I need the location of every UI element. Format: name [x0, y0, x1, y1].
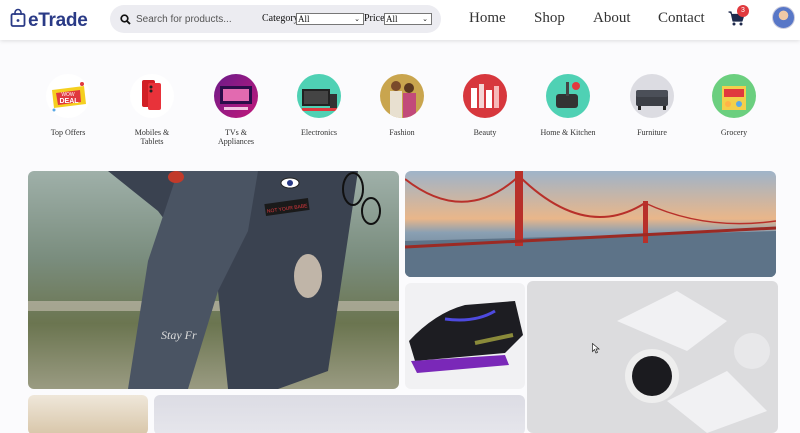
- top-offers-image: WOW DEAL: [46, 74, 90, 118]
- search-input[interactable]: [136, 11, 256, 27]
- category-label: Electronics: [301, 128, 337, 137]
- home-kitchen-image: [546, 74, 590, 118]
- category-mobiles-tablets[interactable]: Mobiles & Tablets: [107, 74, 197, 146]
- nav-contact[interactable]: Contact: [658, 10, 705, 27]
- mouse-pointer-icon: [592, 341, 600, 359]
- price-select[interactable]: All ⌄: [384, 13, 432, 25]
- banner-bridge[interactable]: [405, 171, 776, 277]
- fashion-image: [380, 74, 424, 118]
- script-text: Stay Fr: [161, 328, 197, 342]
- category-label: Home & Kitchen: [540, 128, 596, 137]
- category-label: Grocery: [720, 128, 748, 137]
- category-top-offers[interactable]: WOW DEAL Top Offers: [23, 74, 113, 137]
- category-grocery[interactable]: Grocery: [689, 74, 779, 137]
- cart-count-badge: 3: [737, 5, 749, 17]
- search-bar: Category: All ⌄ Price: All ⌄: [110, 5, 441, 33]
- category-tvs-appliances[interactable]: TVs & Appliances: [191, 74, 281, 146]
- avatar[interactable]: [772, 6, 795, 29]
- category-strip: WOW DEAL Top Offers Mobiles & Tablets TVs…: [0, 74, 800, 154]
- price-select-value: All: [386, 14, 398, 24]
- banner-jeans[interactable]: NOT YOUR BABE Stay Fr: [28, 171, 399, 389]
- furniture-image: [630, 74, 674, 118]
- category-select-value: All: [298, 14, 310, 24]
- beauty-image: [463, 74, 507, 118]
- category-label: Furniture: [637, 128, 667, 137]
- electronics-image: [297, 74, 341, 118]
- category-label: Top Offers: [50, 128, 86, 137]
- offer-badge-line2: DEAL: [59, 98, 79, 105]
- banner-bottom[interactable]: [154, 395, 525, 433]
- brand-name: eTrade: [28, 9, 88, 31]
- tvs-image: [214, 74, 258, 118]
- chevron-down-icon: ⌄: [422, 15, 428, 23]
- banner-interior[interactable]: [28, 395, 148, 433]
- grocery-image: [712, 74, 756, 118]
- category-label: Beauty: [473, 128, 497, 137]
- banner-sneakers[interactable]: [405, 283, 525, 389]
- logo[interactable]: eTrade: [10, 8, 88, 33]
- nav-home[interactable]: Home: [469, 10, 506, 27]
- banner-watch[interactable]: [527, 281, 778, 433]
- category-select[interactable]: All ⌄: [296, 13, 364, 25]
- category-home-kitchen[interactable]: Home & Kitchen: [523, 74, 613, 137]
- category-electronics[interactable]: Electronics: [274, 74, 364, 137]
- search-icon[interactable]: [120, 12, 131, 30]
- mobiles-image: [130, 74, 174, 118]
- nav-shop[interactable]: Shop: [534, 10, 565, 27]
- navbar: eTrade Category: All ⌄ Price: All ⌄ Home…: [0, 0, 800, 40]
- category-beauty[interactable]: Beauty: [440, 74, 530, 137]
- chevron-down-icon: ⌄: [354, 15, 360, 23]
- category-label: TVs & Appliances: [218, 128, 254, 146]
- category-label: Fashion: [389, 128, 415, 137]
- nav-about[interactable]: About: [593, 10, 631, 27]
- category-furniture[interactable]: Furniture: [607, 74, 697, 137]
- shopping-bag-icon: [10, 8, 26, 33]
- category-label: Mobiles & Tablets: [134, 128, 170, 146]
- category-fashion[interactable]: Fashion: [357, 74, 447, 137]
